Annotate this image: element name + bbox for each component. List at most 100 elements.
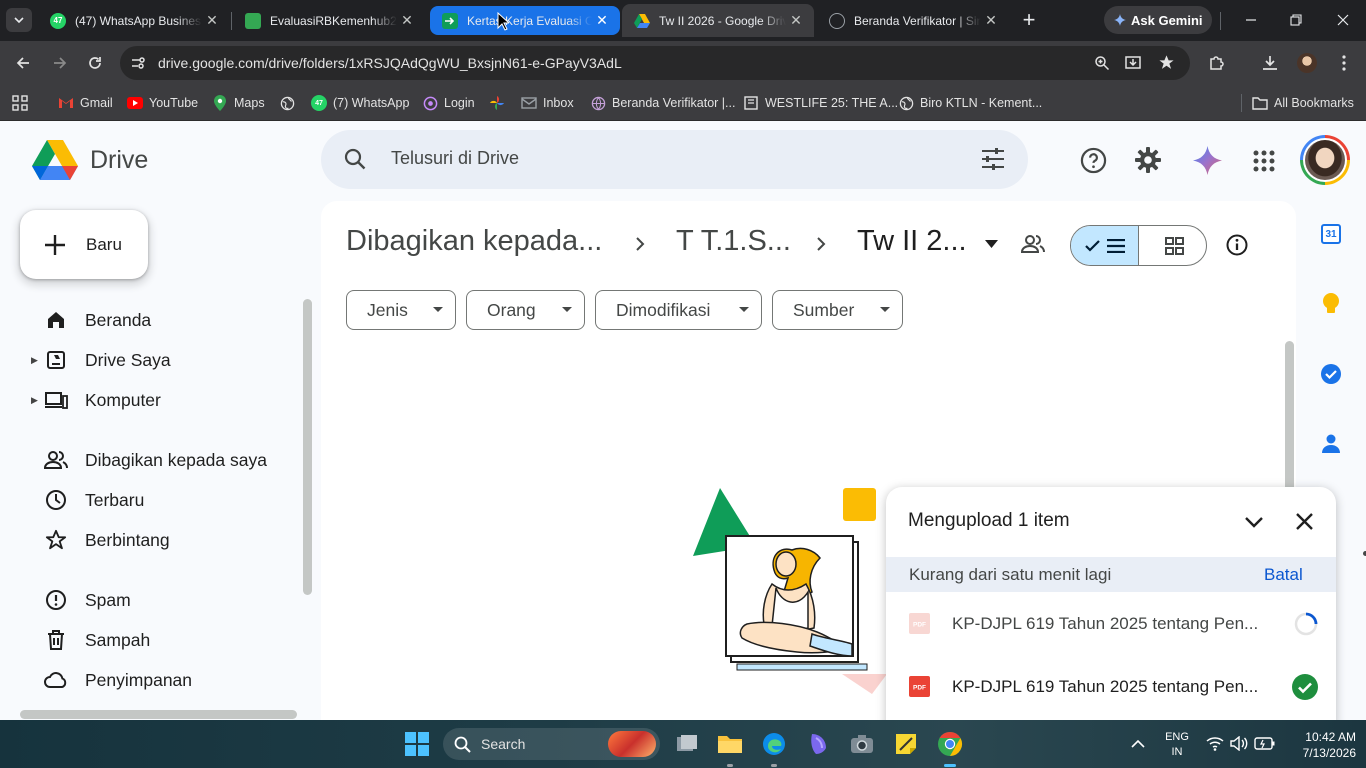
tab-whatsapp[interactable]: 47 (47) WhatsApp Business ✕ [38, 4, 230, 37]
close-icon[interactable]: ✕ [981, 11, 1001, 31]
nav-home[interactable]: Beranda [0, 302, 300, 338]
calendar-app-icon[interactable]: 31 [1318, 221, 1344, 247]
close-icon[interactable]: ✕ [202, 11, 222, 31]
bookmark-login[interactable]: Login [422, 93, 475, 113]
url-text[interactable]: drive.google.com/drive/folders/1xRSJQAdQ… [158, 55, 622, 71]
wifi-icon[interactable] [1206, 736, 1224, 751]
nav-spam[interactable]: Spam [0, 582, 300, 618]
close-icon[interactable]: ✕ [786, 11, 806, 31]
bookmark-maps[interactable]: Maps [212, 93, 265, 113]
details-info-icon[interactable] [1226, 234, 1248, 256]
contacts-app-icon[interactable] [1318, 431, 1344, 457]
bookmark-star-icon[interactable] [1158, 54, 1175, 71]
nav-trash[interactable]: Sampah [0, 622, 300, 658]
new-button[interactable]: Baru [20, 210, 148, 279]
chrome-taskbar-button[interactable] [934, 728, 966, 760]
filter-people-chip[interactable]: Orang [466, 290, 585, 330]
close-icon[interactable]: ✕ [592, 11, 612, 31]
account-avatar[interactable] [1300, 135, 1350, 185]
search-bar[interactable]: Telusuri di Drive [321, 130, 1028, 189]
upload-item-row[interactable]: PDF KP-DJPL 619 Tahun 2025 tentang Pen..… [886, 656, 1336, 720]
install-app-icon[interactable] [1125, 55, 1142, 71]
all-bookmarks-button[interactable]: All Bookmarks [1252, 93, 1354, 113]
bookmark-beranda-verifikator[interactable]: Beranda Verifikator |... [590, 93, 735, 113]
bookmark-youtube[interactable]: YouTube [127, 93, 198, 113]
expand-arrow-icon[interactable]: ▶ [31, 395, 38, 406]
nav-my-drive[interactable]: ▶ Drive Saya [0, 342, 300, 378]
breadcrumb-current-folder[interactable]: Tw II 2... [857, 225, 967, 258]
tab-kertas-kerja[interactable]: Kertas Kerja Evaluasi Ormas ✕ [430, 6, 620, 35]
reload-button[interactable] [81, 49, 109, 77]
minimize-button[interactable] [1234, 8, 1268, 32]
shared-folder-icon[interactable] [1021, 234, 1045, 254]
downloads-button[interactable] [1256, 49, 1284, 77]
volume-icon[interactable] [1230, 736, 1248, 751]
breadcrumb-folder[interactable]: T T.1.S... [676, 225, 791, 258]
breadcrumb-shared-with-me[interactable]: Dibagikan kepada... [346, 225, 602, 258]
cancel-upload-button[interactable]: Batal [1264, 565, 1303, 585]
tab-beranda-verifikator[interactable]: Beranda Verifikator | Sinar ✕ [817, 4, 1009, 37]
chrome-menu-button[interactable] [1330, 49, 1358, 77]
collapse-chevron-icon[interactable] [1244, 516, 1264, 528]
ask-gemini-button[interactable]: Ask Gemini [1104, 6, 1212, 34]
expand-arrow-icon[interactable]: ▶ [31, 355, 38, 366]
task-view-button[interactable] [671, 728, 703, 760]
nav-storage[interactable]: Penyimpanan [0, 662, 300, 698]
clock-area[interactable]: 10:42 AM 7/13/2026 [1290, 729, 1356, 761]
bookmark-westlife[interactable]: WESTLIFE 25: THE A... [743, 93, 898, 113]
extensions-button[interactable] [1203, 49, 1231, 77]
drive-logo[interactable]: Drive [32, 139, 148, 181]
app-button[interactable] [802, 728, 834, 760]
sticky-notes-button[interactable] [890, 728, 922, 760]
tasks-app-icon[interactable] [1318, 361, 1344, 387]
bookmark-gmail[interactable]: Gmail [58, 93, 113, 113]
bookmark-biro-ktln[interactable]: Biro KTLN - Kement... [898, 93, 1042, 113]
content-scrollbar[interactable] [1285, 341, 1294, 501]
keep-app-icon[interactable] [1318, 291, 1344, 317]
taskbar-search-box[interactable]: Search [443, 728, 660, 760]
nav-starred[interactable]: Berbintang [0, 522, 300, 558]
show-hidden-icons-chevron-icon[interactable] [1131, 739, 1145, 748]
tab-evaluasi[interactable]: EvaluasiRBKemenhub2026 ✕ [233, 4, 425, 37]
close-window-button[interactable] [1326, 8, 1360, 32]
back-button[interactable] [9, 49, 37, 77]
maximize-button[interactable] [1279, 8, 1313, 32]
nav-recent[interactable]: Terbaru [0, 482, 300, 518]
bookmark-whatsapp[interactable]: 47 (7) WhatsApp [311, 93, 409, 113]
gemini-icon[interactable] [1193, 146, 1222, 175]
filter-type-chip[interactable]: Jenis [346, 290, 456, 330]
nav-shared-with-me[interactable]: Dibagikan kepada saya [0, 442, 300, 478]
tab-search-button[interactable] [6, 8, 32, 32]
zoom-icon[interactable] [1094, 55, 1110, 71]
apps-button[interactable] [12, 93, 28, 113]
start-button[interactable] [401, 728, 433, 760]
camera-app-button[interactable] [846, 728, 878, 760]
language-indicator[interactable]: ENG IN [1160, 730, 1194, 760]
new-tab-button[interactable]: + [1016, 6, 1042, 34]
sidebar-scrollbar[interactable] [303, 299, 312, 595]
upload-item-row[interactable]: PDF KP-DJPL 619 Tahun 2025 tentang Pen..… [886, 592, 1336, 656]
close-icon[interactable]: ✕ [397, 11, 417, 31]
file-explorer-button[interactable] [714, 728, 746, 760]
grid-view-button[interactable] [1140, 226, 1206, 265]
help-icon[interactable] [1080, 147, 1107, 174]
tab-drive[interactable]: Tw II 2026 - Google Drive ✕ [622, 4, 814, 37]
google-apps-icon[interactable] [1253, 150, 1275, 172]
forward-button[interactable] [46, 49, 74, 77]
search-input[interactable]: Telusuri di Drive [391, 148, 519, 169]
folder-menu-dropdown-icon[interactable] [985, 240, 998, 248]
bookmark-globe[interactable] [279, 93, 301, 113]
filter-source-chip[interactable]: Sumber [772, 290, 903, 330]
nav-computers[interactable]: ▶ Komputer [0, 382, 300, 418]
profile-avatar[interactable] [1293, 49, 1321, 77]
list-view-button[interactable] [1071, 226, 1139, 265]
battery-icon[interactable] [1254, 737, 1275, 750]
close-icon[interactable] [1295, 512, 1314, 531]
bookmark-inbox[interactable]: Inbox [521, 93, 574, 113]
sidebar-horizontal-scrollbar[interactable] [20, 710, 297, 719]
edge-browser-button[interactable] [758, 728, 790, 760]
site-info-icon[interactable] [130, 55, 146, 71]
search-options-icon[interactable] [980, 147, 1006, 171]
address-bar[interactable]: drive.google.com/drive/folders/1xRSJQAdQ… [120, 46, 1190, 80]
bookmark-photos[interactable] [489, 93, 511, 113]
